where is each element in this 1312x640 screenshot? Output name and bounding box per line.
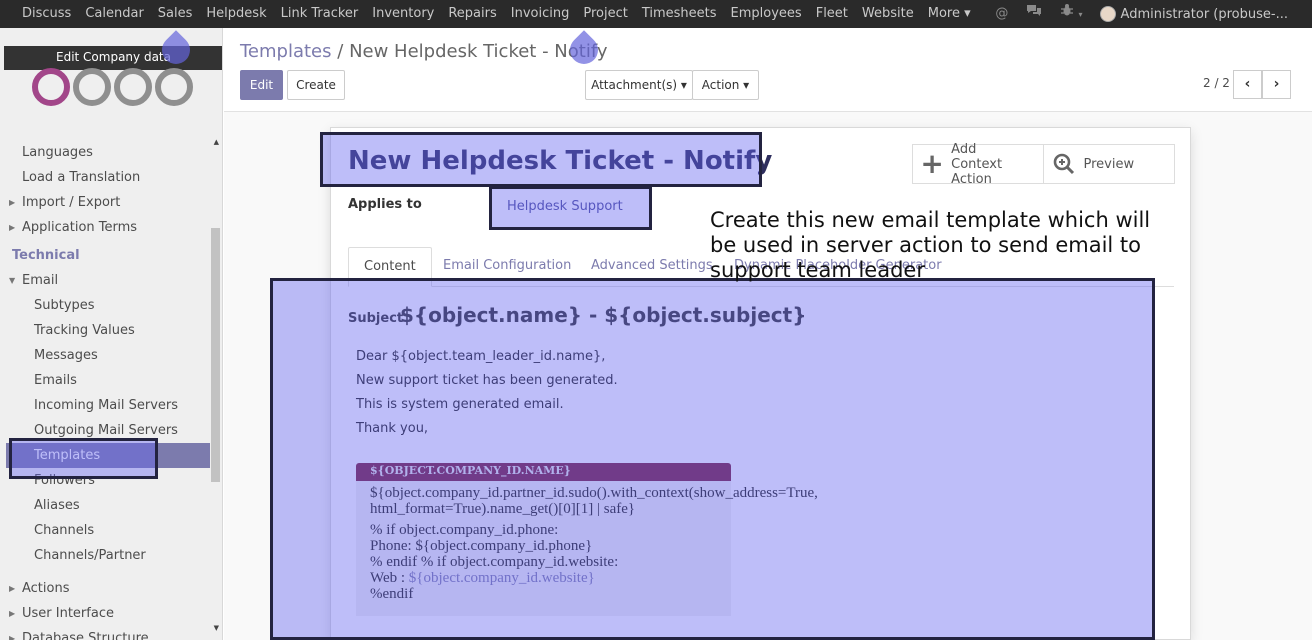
preview-button[interactable]: Preview bbox=[1044, 145, 1175, 183]
scroll-up-icon[interactable]: ▲ bbox=[214, 138, 219, 146]
applies-to-label: Applies to bbox=[348, 197, 422, 212]
menu-employees[interactable]: Employees bbox=[724, 0, 809, 28]
pointer-drop-icon bbox=[564, 30, 604, 70]
menu-more[interactable]: More ▾ bbox=[921, 0, 978, 28]
add-context-line1: Add bbox=[951, 141, 977, 157]
user-menu[interactable]: Administrator (probuse-... bbox=[1121, 7, 1312, 22]
zoom-search-icon bbox=[1044, 153, 1084, 175]
breadcrumb: Templates / New Helpdesk Ticket - Notify bbox=[240, 41, 608, 62]
create-button[interactable]: Create bbox=[287, 70, 345, 100]
caret-right-icon: ▶ bbox=[9, 584, 16, 593]
plus-icon: + bbox=[920, 147, 944, 180]
caret-right-icon: ▶ bbox=[9, 634, 16, 640]
breadcrumb-templates-link[interactable]: Templates bbox=[240, 41, 332, 62]
edit-button[interactable]: Edit bbox=[240, 70, 283, 100]
sidebar-item-label: User Interface bbox=[22, 606, 114, 621]
add-context-line2: Context Action bbox=[951, 156, 1003, 187]
menu-discuss[interactable]: Discuss bbox=[0, 0, 78, 28]
menu-sales[interactable]: Sales bbox=[151, 0, 200, 28]
pager-value[interactable]: 2 / 2 bbox=[1203, 76, 1230, 90]
breadcrumb-separator: / bbox=[337, 41, 344, 62]
logo-ring bbox=[32, 68, 70, 106]
company-logo bbox=[32, 68, 196, 106]
caret-right-icon: ▶ bbox=[9, 609, 16, 618]
systray: @ ▾ Administrator (probuse-... bbox=[986, 0, 1312, 28]
button-box: + Add Context Action Preview bbox=[912, 142, 1175, 187]
add-context-action-label: Add Context Action bbox=[951, 142, 1042, 187]
pager-previous-icon[interactable]: ‹ bbox=[1233, 70, 1262, 99]
tutorial-annotation: Create this new email template which wil… bbox=[710, 208, 1151, 282]
preview-label: Preview bbox=[1083, 156, 1135, 172]
pager-next-icon[interactable]: › bbox=[1262, 70, 1291, 99]
sidebar-item-label: Actions bbox=[22, 581, 70, 596]
sidebar-item-database-structure[interactable]: ▶ Database Structure bbox=[0, 626, 210, 640]
sidebar-item-application-terms[interactable]: ▶ Application Terms bbox=[0, 215, 210, 240]
sidebar: Edit Company data ▲ ▼ Languages Load a T… bbox=[0, 28, 223, 640]
menu-timesheets[interactable]: Timesheets bbox=[635, 0, 724, 28]
highlight-box bbox=[489, 186, 652, 230]
sidebar-item-incoming-mail-servers[interactable]: Incoming Mail Servers bbox=[0, 393, 210, 418]
sidebar-item-channels[interactable]: Channels bbox=[0, 518, 210, 543]
sidebar-item-import-export[interactable]: ▶ Import / Export bbox=[0, 190, 210, 215]
menu-inventory[interactable]: Inventory bbox=[365, 0, 441, 28]
highlight-box bbox=[320, 132, 762, 187]
menu-link-tracker[interactable]: Link Tracker bbox=[274, 0, 366, 28]
menu-project[interactable]: Project bbox=[576, 0, 634, 28]
bug-icon[interactable]: ▾ bbox=[1051, 0, 1091, 29]
logo-ring bbox=[155, 68, 193, 106]
menu-helpdesk[interactable]: Helpdesk bbox=[199, 0, 273, 28]
avatar[interactable] bbox=[1099, 6, 1116, 22]
sidebar-item-languages[interactable]: Languages bbox=[0, 140, 210, 165]
caret-down-icon: ▼ bbox=[9, 276, 16, 285]
highlight-box bbox=[9, 438, 158, 479]
sidebar-item-email[interactable]: ▼ Email bbox=[0, 268, 210, 293]
sidebar-item-tracking-values[interactable]: Tracking Values bbox=[0, 318, 210, 343]
at-icon[interactable]: @ bbox=[986, 0, 1017, 28]
sidebar-item-subtypes[interactable]: Subtypes bbox=[0, 293, 210, 318]
app-menu: Discuss Calendar Sales Helpdesk Link Tra… bbox=[0, 0, 978, 28]
scroll-down-icon[interactable]: ▼ bbox=[214, 624, 219, 632]
sidebar-item-label: Application Terms bbox=[22, 220, 138, 235]
sidebar-item-aliases[interactable]: Aliases bbox=[0, 493, 210, 518]
sidebar-item-emails[interactable]: Emails bbox=[0, 368, 210, 393]
caret-right-icon: ▶ bbox=[9, 198, 16, 207]
menu-website[interactable]: Website bbox=[855, 0, 921, 28]
sidebar-item-label: Email bbox=[22, 273, 59, 288]
sidebar-item-label: Database Structure bbox=[22, 631, 149, 640]
sidebar-item-messages[interactable]: Messages bbox=[0, 343, 210, 368]
sidebar-section-technical: Technical bbox=[12, 248, 80, 263]
sidebar-item-actions[interactable]: ▶ Actions bbox=[0, 576, 210, 601]
attachments-dropdown[interactable]: Attachment(s) ▾ bbox=[585, 70, 693, 100]
sidebar-item-label: Import / Export bbox=[22, 195, 121, 210]
add-context-action-button[interactable]: + Add Context Action bbox=[913, 142, 1044, 187]
sidebar-scrollbar[interactable] bbox=[211, 228, 220, 482]
sidebar-menu: Languages Load a Translation ▶ Import / … bbox=[0, 140, 210, 640]
sidebar-item-user-interface[interactable]: ▶ User Interface bbox=[0, 601, 210, 626]
logo-ring bbox=[114, 68, 152, 106]
sidebar-item-load-translation[interactable]: Load a Translation bbox=[0, 165, 210, 190]
menu-repairs[interactable]: Repairs bbox=[441, 0, 503, 28]
top-navbar: Discuss Calendar Sales Helpdesk Link Tra… bbox=[0, 0, 1312, 28]
chat-icon[interactable] bbox=[1017, 0, 1051, 28]
highlight-box bbox=[270, 278, 1155, 640]
sidebar-item-channels-partner[interactable]: Channels/Partner bbox=[0, 543, 210, 568]
menu-fleet[interactable]: Fleet bbox=[809, 0, 855, 28]
menu-invoicing[interactable]: Invoicing bbox=[504, 0, 577, 28]
caret-right-icon: ▶ bbox=[9, 223, 16, 232]
logo-ring bbox=[73, 68, 111, 106]
action-dropdown[interactable]: Action ▾ bbox=[692, 70, 759, 100]
menu-calendar[interactable]: Calendar bbox=[78, 0, 150, 28]
